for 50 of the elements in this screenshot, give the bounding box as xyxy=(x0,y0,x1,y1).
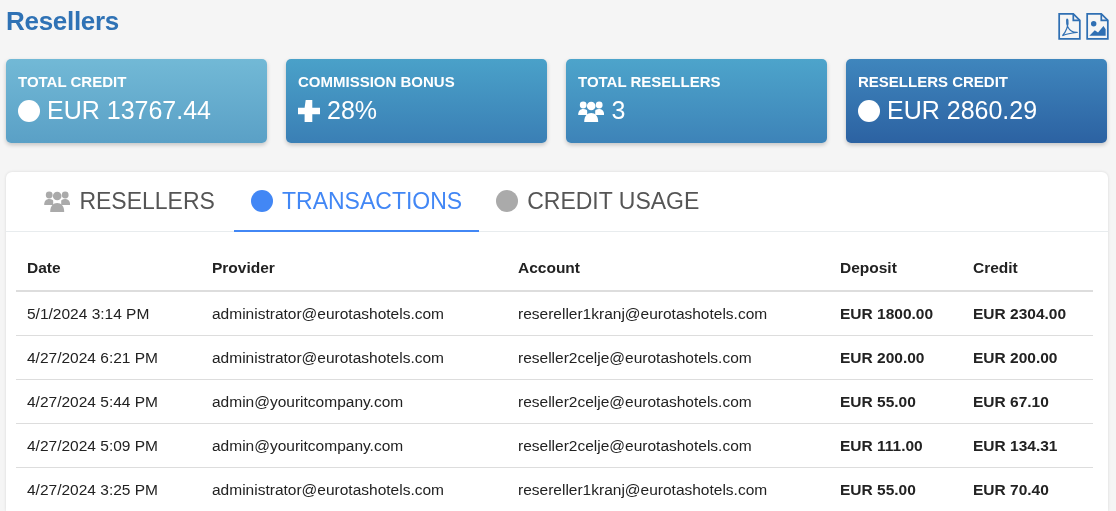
table-cell: EUR 67.10 xyxy=(962,379,1093,424)
table-cell: 4/27/2024 3:25 PM xyxy=(16,467,201,511)
table-cell: reseller2celje@eurotashotels.com xyxy=(507,335,829,380)
stat-value: EUR 2860.29 xyxy=(887,96,1038,125)
table-cell: resereller1kranj@eurotashotels.com xyxy=(507,467,829,511)
table-cell: EUR 200.00 xyxy=(829,335,962,380)
table-cell: admin@youritcompany.com xyxy=(201,423,507,468)
stat-value: 28% xyxy=(327,96,378,125)
table-cell: EUR 200.00 xyxy=(962,335,1093,380)
table-cell: 4/27/2024 5:09 PM xyxy=(16,423,201,468)
table-cell: EUR 55.00 xyxy=(829,467,962,511)
table-cell: administrator@eurotashotels.com xyxy=(201,467,507,511)
column-header: Deposit xyxy=(829,246,962,291)
table-cell: EUR 70.40 xyxy=(962,467,1093,511)
table-cell: EUR 111.00 xyxy=(829,423,962,468)
page-title: Resellers xyxy=(6,6,119,37)
stat-label: COMMISSION BONUS xyxy=(298,73,456,90)
pdf-file-icon[interactable] xyxy=(1057,12,1082,42)
column-header: Provider xyxy=(201,246,507,291)
table-cell: administrator@eurotashotels.com xyxy=(201,291,507,336)
tab[interactable]: RESELLERS xyxy=(34,172,234,232)
image-file-icon[interactable] xyxy=(1085,12,1110,42)
circle-icon xyxy=(496,190,519,212)
table-cell: administrator@eurotashotels.com xyxy=(201,335,507,380)
stat-label: RESELLERS CREDIT xyxy=(858,73,1009,90)
column-header: Date xyxy=(16,246,201,291)
stat-label: TOTAL CREDIT xyxy=(18,73,128,90)
table-cell: EUR 2304.00 xyxy=(962,291,1093,336)
table-cell: admin@youritcompany.com xyxy=(201,379,507,424)
table-cell: reseller2celje@eurotashotels.com xyxy=(507,379,829,424)
table-cell: 4/27/2024 5:44 PM xyxy=(16,379,201,424)
table-cell: 4/27/2024 6:21 PM xyxy=(16,335,201,380)
table-cell: EUR 134.31 xyxy=(962,423,1093,468)
plus-icon xyxy=(298,99,320,122)
users-icon xyxy=(578,99,605,122)
users-icon xyxy=(44,190,71,212)
column-header: Account xyxy=(507,246,829,291)
circle-icon xyxy=(858,99,880,122)
table-cell: 5/1/2024 3:14 PM xyxy=(16,291,201,336)
circle-icon xyxy=(18,99,40,122)
table-cell: resereller1kranj@eurotashotels.com xyxy=(507,291,829,336)
stat-value: 3 xyxy=(611,96,626,125)
stat-label: TOTAL RESELLERS xyxy=(578,73,722,90)
table-cell: EUR 55.00 xyxy=(829,379,962,424)
stat-value: EUR 13767.44 xyxy=(47,96,211,125)
table-cell: reseller2celje@eurotashotels.com xyxy=(507,423,829,468)
column-header: Credit xyxy=(962,246,1093,291)
circle-icon xyxy=(251,190,273,212)
table-cell: EUR 1800.00 xyxy=(829,291,962,336)
tab[interactable]: CREDIT USAGE xyxy=(479,172,717,232)
